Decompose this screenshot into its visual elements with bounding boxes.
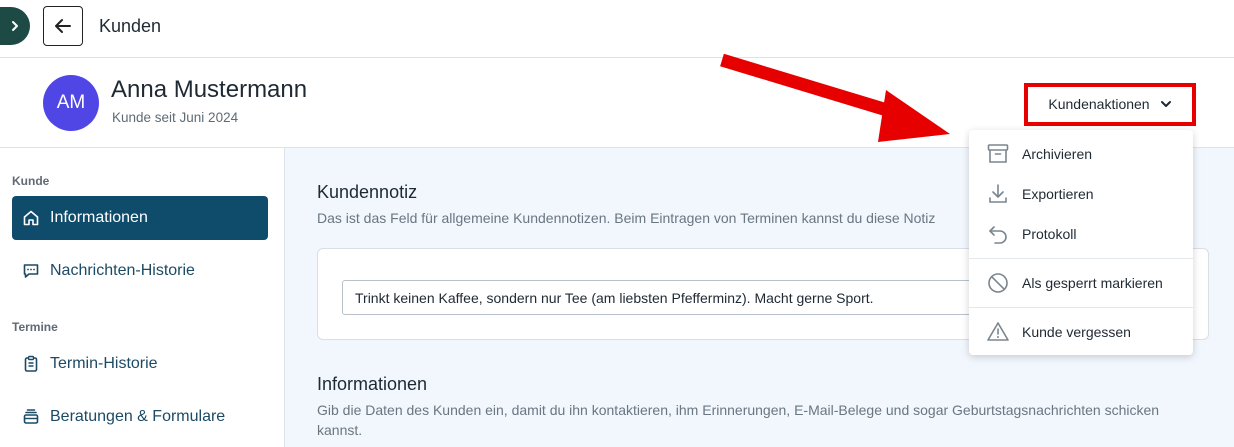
info-title: Informationen (317, 374, 428, 394)
menu-item-label: Als gesperrt markieren (1022, 275, 1163, 291)
chevron-right-icon (12, 21, 18, 31)
sidebar-item-label: Beratungen & Formulare (50, 408, 226, 425)
home-icon (23, 210, 39, 226)
stack-icon (23, 409, 39, 424)
sidebar-item-informationen[interactable]: Informationen (12, 196, 268, 240)
sidebar-item-beratungen-formulare[interactable]: Beratungen & Formulare (12, 395, 268, 439)
clipboard-icon (24, 355, 38, 372)
menu-item-label: Archivieren (1022, 146, 1093, 162)
sidebar-toggle-button[interactable] (0, 7, 30, 45)
chat-icon (23, 264, 39, 278)
sidebar-item-label: Nachrichten-Historie (50, 262, 195, 279)
undo-arrow-icon (989, 226, 1007, 244)
menu-divider (969, 307, 1193, 308)
sidebar-item-label: Informationen (50, 209, 148, 226)
menu-item-als-gesperrt-markieren[interactable]: Als gesperrt markieren (969, 263, 1193, 303)
sidebar-section-kunde: Kunde (12, 174, 50, 188)
annotation-arrow (720, 53, 950, 142)
warning-icon (987, 322, 1009, 341)
sidebar-section-termine: Termine (12, 320, 58, 334)
menu-item-kunde-vergessen[interactable]: Kunde vergessen (969, 312, 1193, 352)
note-title: Kundennotiz (317, 182, 418, 202)
sidebar-item-termin-historie[interactable]: Termin-Historie (12, 342, 268, 386)
menu-item-label: Protokoll (1022, 226, 1077, 242)
customer-note-input[interactable]: Trinkt keinen Kaffee, sondern nur Tee (a… (342, 280, 982, 315)
sidebar-item-label: Termin-Historie (50, 355, 158, 372)
customer-actions-dropdown: Archivieren Exportieren Protokoll Als ge… (969, 130, 1193, 355)
menu-item-label: Kunde vergessen (1022, 324, 1131, 340)
customer-name: Anna Mustermann (111, 76, 308, 103)
top-bar: Kunden (0, 0, 1234, 58)
arrow-left-icon (55, 19, 71, 33)
customer-since: Kunde seit Juni 2024 (112, 110, 239, 125)
menu-item-label: Exportieren (1022, 186, 1094, 202)
info-description: Gib die Daten des Kunden ein, damit du i… (317, 402, 1160, 438)
menu-divider (969, 258, 1193, 259)
note-description: Das ist das Feld für allgemeine Kundenno… (317, 210, 936, 226)
page-title: Kunden (99, 16, 162, 36)
block-icon (988, 273, 1008, 293)
menu-item-exportieren[interactable]: Exportieren (969, 174, 1193, 214)
menu-item-protokoll[interactable]: Protokoll (969, 214, 1193, 254)
menu-item-archivieren[interactable]: Archivieren (969, 134, 1193, 174)
download-icon (989, 184, 1007, 203)
highlight-box (1024, 83, 1196, 126)
sidebar: Kunde Informationen Nachrichten-Historie… (0, 148, 285, 447)
sidebar-item-nachrichten-historie[interactable]: Nachrichten-Historie (12, 249, 268, 293)
archive-icon (987, 144, 1009, 163)
avatar: AM (43, 75, 99, 131)
back-button[interactable] (43, 6, 83, 46)
